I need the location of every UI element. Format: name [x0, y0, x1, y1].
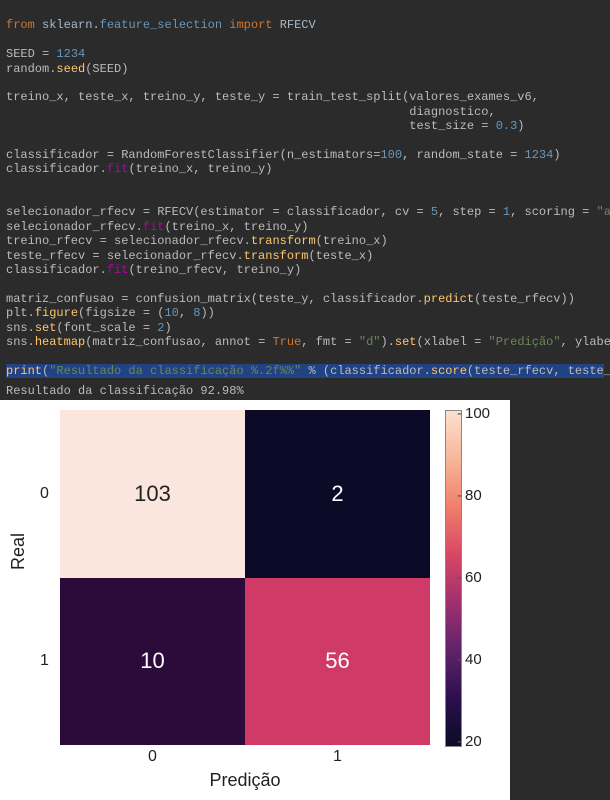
code-line: diagnostico,	[6, 105, 496, 119]
colorbar-tick: 80	[465, 487, 490, 504]
colorbar-tick: 40	[465, 651, 490, 668]
x-tick: 1	[245, 748, 430, 766]
code-line: SEED = 1234	[6, 47, 85, 61]
code-line: from sklearn.feature_selection import RF…	[6, 18, 316, 32]
heatmap-plot: 103 2 10 56	[60, 410, 430, 745]
code-line: selecionador_rfecv = RFECV(estimator = c…	[6, 205, 610, 219]
colorbar-ticks: 100 80 60 40 20	[465, 405, 490, 750]
code-line-active: print("Resultado da classificação %.2f%%…	[6, 364, 604, 378]
code-line: matriz_confusao = confusion_matrix(teste…	[6, 292, 575, 306]
code-line: classificador = RandomForestClassifier(n…	[6, 148, 561, 162]
y-tick: 1	[40, 578, 49, 746]
code-line: sns.set(font_scale = 2)	[6, 321, 172, 335]
x-tick: 0	[60, 748, 245, 766]
code-line: classificador.fit(treino_x, treino_y)	[6, 162, 272, 176]
code-line: test_size = 0.3)	[6, 119, 525, 133]
heatmap-cell: 56	[245, 578, 430, 746]
x-axis-label: Predição	[60, 770, 430, 791]
confusion-matrix-chart: 103 2 10 56 0 1 0 1 Real Predição 100 80…	[0, 400, 510, 800]
code-line: sns.heatmap(matriz_confusao, annot = Tru…	[6, 335, 610, 349]
output-text: Resultado da classificação 92.98%	[0, 382, 610, 400]
heatmap-cell: 2	[245, 410, 430, 578]
code-line: treino_x, teste_x, treino_y, teste_y = t…	[6, 90, 539, 104]
code-line: teste_rfecv = selecionador_rfecv.transfo…	[6, 249, 373, 263]
colorbar-tick: 60	[465, 569, 490, 586]
heatmap-cell: 103	[60, 410, 245, 578]
code-editor[interactable]: from sklearn.feature_selection import RF…	[0, 0, 610, 382]
y-axis-ticks: 0 1	[40, 410, 49, 745]
colorbar-tick: 20	[465, 733, 490, 750]
y-tick: 0	[40, 410, 49, 578]
code-line: classificador.fit(treino_rfecv, treino_y…	[6, 263, 301, 277]
code-line: treino_rfecv = selecionador_rfecv.transf…	[6, 234, 388, 248]
y-axis-label: Real	[8, 533, 29, 570]
code-line: selecionador_rfecv.fit(treino_x, treino_…	[6, 220, 308, 234]
code-line: plt.figure(figsize = (10, 8))	[6, 306, 215, 320]
colorbar-tick: 100	[465, 405, 490, 422]
x-axis-ticks: 0 1	[60, 748, 430, 766]
heatmap-cell: 10	[60, 578, 245, 746]
code-line: random.seed(SEED)	[6, 62, 128, 76]
